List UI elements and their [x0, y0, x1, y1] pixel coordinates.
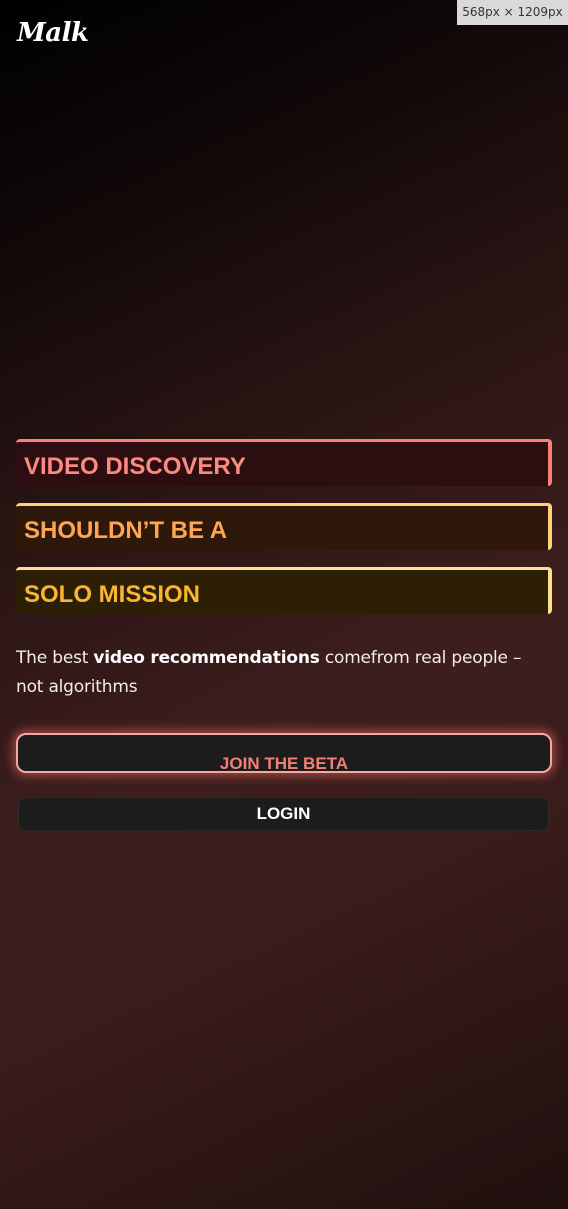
viewport-size-badge: 568px × 1209px [457, 0, 568, 25]
tagline-prefix: The best [16, 648, 94, 668]
headline-line-1: VIDEO DISCOVERY [16, 439, 552, 486]
brand-logo[interactable]: Malk [17, 18, 89, 48]
login-button[interactable]: LOGIN [18, 797, 549, 831]
headline-line-2: SHOULDN’T BE A [16, 503, 552, 550]
tagline-highlight: video recommendations [93, 648, 320, 668]
join-beta-button[interactable]: JOIN THE BETA [16, 733, 552, 773]
hero-tagline: The best video recommendations comefrom … [16, 644, 552, 702]
headline-line-3: SOLO MISSION [16, 567, 552, 614]
